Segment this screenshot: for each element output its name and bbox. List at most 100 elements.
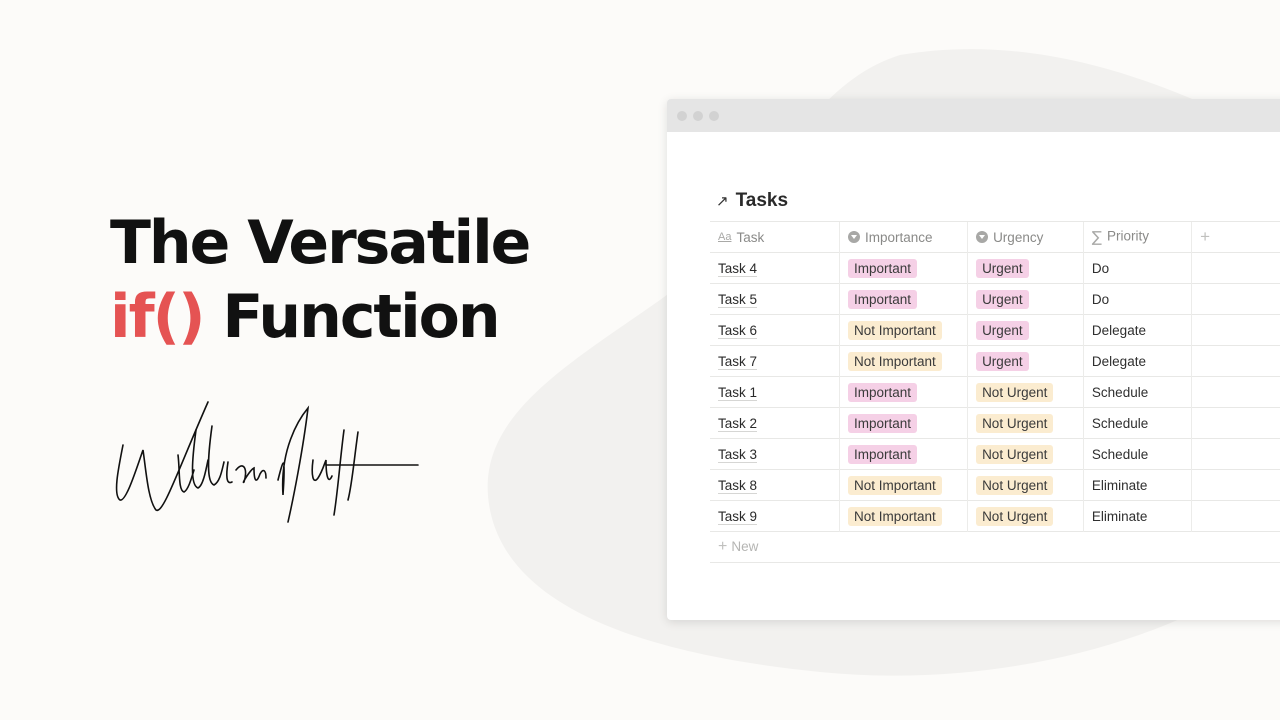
cell-urgency[interactable]: Not Urgent: [967, 438, 1084, 470]
table-row[interactable]: Task 4 Important Urgent Do: [710, 252, 1280, 284]
arrow-up-right-icon: ↗: [716, 192, 729, 210]
cell-importance[interactable]: Not Important: [838, 345, 968, 377]
priority-value: Schedule: [1091, 446, 1149, 462]
task-name[interactable]: Task 8: [718, 477, 758, 494]
cell-task[interactable]: Task 8: [710, 469, 840, 501]
window-zoom-dot[interactable]: [709, 110, 719, 121]
database-title[interactable]: ↗ Tasks: [716, 190, 1280, 212]
cell-urgency[interactable]: Not Urgent: [967, 407, 1084, 439]
cell-urgency[interactable]: Not Urgent: [967, 500, 1084, 532]
priority-value: Delegate: [1091, 322, 1146, 338]
urgency-tag: Urgent: [976, 258, 1029, 278]
task-name[interactable]: Task 6: [718, 322, 758, 339]
select-icon: [976, 230, 989, 243]
column-header-task[interactable]: Aa Task: [710, 221, 840, 253]
task-name[interactable]: Task 9: [718, 508, 758, 525]
cell-empty[interactable]: [1191, 345, 1280, 377]
column-header-urgency[interactable]: Urgency: [967, 221, 1084, 253]
task-name[interactable]: Task 2: [718, 415, 758, 432]
cell-importance[interactable]: Important: [838, 283, 968, 315]
cell-empty[interactable]: [1191, 407, 1280, 439]
cell-empty[interactable]: [1191, 500, 1280, 532]
cell-task[interactable]: Task 7: [710, 345, 840, 377]
table-row[interactable]: Task 8 Not Important Not Urgent Eliminate: [710, 469, 1280, 501]
cell-urgency[interactable]: Not Urgent: [967, 376, 1084, 408]
database-title-text: Tasks: [735, 190, 789, 211]
column-header-priority[interactable]: ∑ Priority: [1082, 221, 1192, 253]
cell-task[interactable]: Task 2: [710, 407, 840, 439]
urgency-tag: Not Urgent: [976, 444, 1054, 464]
headline-accent: if(): [110, 282, 206, 352]
cell-empty[interactable]: [1191, 376, 1280, 408]
headline: The Versatile if() Function: [110, 206, 531, 354]
cell-empty[interactable]: [1191, 283, 1280, 315]
cell-importance[interactable]: Important: [838, 407, 968, 439]
cell-task[interactable]: Task 1: [710, 376, 840, 408]
headline-line-1: The Versatile: [110, 208, 531, 278]
cell-importance[interactable]: Not Important: [838, 314, 968, 346]
text-aa-icon: Aa: [718, 230, 732, 243]
cell-importance[interactable]: Important: [838, 252, 968, 284]
cell-empty[interactable]: [1191, 314, 1280, 346]
importance-tag: Not Important: [847, 506, 942, 526]
cell-urgency[interactable]: Urgent: [967, 314, 1084, 346]
importance-tag: Not Important: [847, 351, 942, 371]
cell-priority[interactable]: Schedule: [1082, 376, 1192, 408]
cell-empty[interactable]: [1191, 469, 1280, 501]
cell-priority[interactable]: Delegate: [1082, 314, 1192, 346]
window-close-dot[interactable]: [677, 110, 687, 121]
cell-priority[interactable]: Eliminate: [1082, 500, 1192, 532]
cell-urgency[interactable]: Not Urgent: [967, 469, 1084, 501]
cell-priority[interactable]: Do: [1082, 252, 1192, 284]
table-row[interactable]: Task 3 Important Not Urgent Schedule: [710, 438, 1280, 470]
table-row[interactable]: Task 9 Not Important Not Urgent Eliminate: [710, 500, 1280, 532]
priority-value: Do: [1091, 291, 1110, 307]
cell-task[interactable]: Task 5: [710, 283, 840, 315]
headline-rest: Function: [222, 282, 500, 352]
column-header-importance[interactable]: Importance: [838, 221, 968, 253]
add-property-button[interactable]: +: [1191, 221, 1280, 253]
cell-urgency[interactable]: Urgent: [967, 345, 1084, 377]
cell-importance[interactable]: Not Important: [838, 469, 968, 501]
cell-empty[interactable]: [1191, 438, 1280, 470]
importance-tag: Not Important: [847, 475, 942, 495]
cell-importance[interactable]: Important: [838, 376, 968, 408]
priority-value: Eliminate: [1091, 508, 1148, 524]
table-row[interactable]: Task 7 Not Important Urgent Delegate: [710, 345, 1280, 377]
cell-priority[interactable]: Delegate: [1082, 345, 1192, 377]
new-row-label: New: [731, 539, 759, 554]
cell-empty[interactable]: [1191, 252, 1280, 284]
cell-urgency[interactable]: Urgent: [967, 252, 1084, 284]
cell-priority[interactable]: Schedule: [1082, 407, 1192, 439]
window-minimize-dot[interactable]: [693, 110, 703, 121]
table-row[interactable]: Task 5 Important Urgent Do: [710, 283, 1280, 315]
cell-importance[interactable]: Important: [838, 438, 968, 470]
importance-tag: Important: [847, 444, 918, 464]
cell-task[interactable]: Task 3: [710, 438, 840, 470]
cell-task[interactable]: Task 4: [710, 252, 840, 284]
plus-icon: +: [718, 538, 728, 555]
cell-task[interactable]: Task 6: [710, 314, 840, 346]
task-name[interactable]: Task 5: [718, 291, 758, 308]
importance-tag: Important: [847, 289, 918, 309]
task-name[interactable]: Task 4: [718, 260, 758, 277]
cell-importance[interactable]: Not Important: [838, 500, 968, 532]
task-name[interactable]: Task 3: [718, 446, 758, 463]
cell-priority[interactable]: Eliminate: [1082, 469, 1192, 501]
priority-value: Delegate: [1091, 353, 1146, 369]
table-row[interactable]: Task 6 Not Important Urgent Delegate: [710, 314, 1280, 346]
table-row[interactable]: Task 1 Important Not Urgent Schedule: [710, 376, 1280, 408]
cell-priority[interactable]: Schedule: [1082, 438, 1192, 470]
new-row-button[interactable]: + New: [710, 531, 1280, 563]
tasks-table: AaTask Importance Urgency ∑Priority +: [710, 221, 1280, 563]
importance-tag: Important: [847, 413, 918, 433]
importance-tag: Important: [847, 382, 918, 402]
cell-task[interactable]: Task 9: [710, 500, 840, 532]
headline-line-2: if() Function: [110, 280, 529, 354]
table-row[interactable]: Task 2 Important Not Urgent Schedule: [710, 407, 1280, 439]
cell-urgency[interactable]: Urgent: [967, 283, 1084, 315]
cell-priority[interactable]: Do: [1082, 283, 1192, 315]
task-name[interactable]: Task 7: [718, 353, 758, 370]
importance-tag: Not Important: [847, 320, 942, 340]
task-name[interactable]: Task 1: [718, 384, 758, 401]
